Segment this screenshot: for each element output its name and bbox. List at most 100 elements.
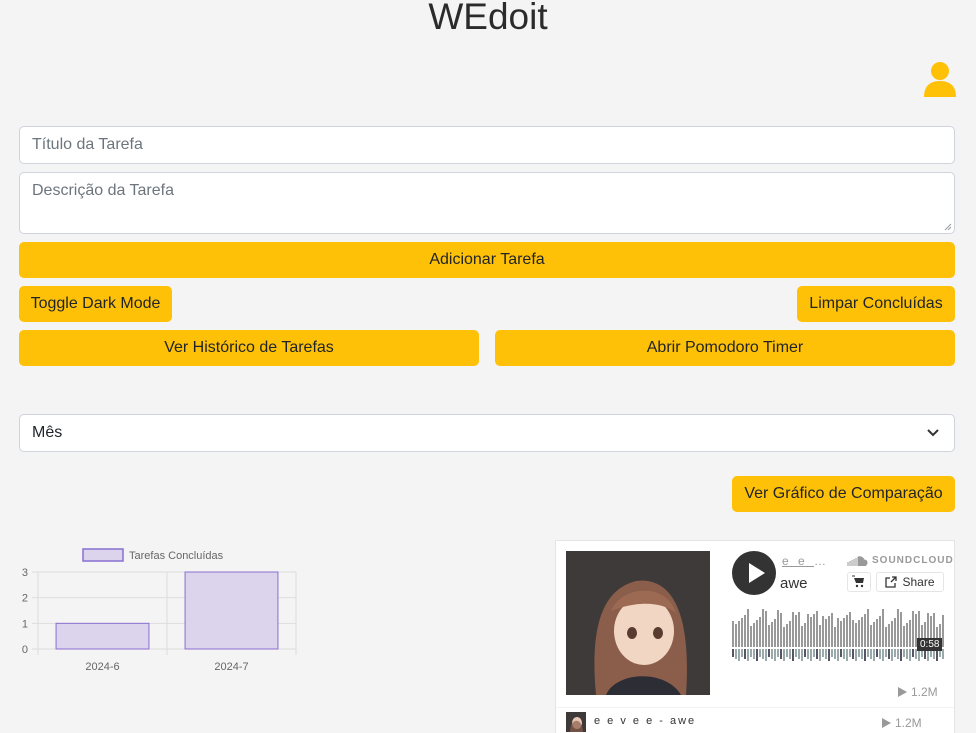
- track-artwork[interactable]: [566, 551, 710, 695]
- waveform-bar: [894, 618, 896, 647]
- waveform-comment-marker: [804, 649, 806, 657]
- waveform-comment-marker: [906, 649, 908, 659]
- waveform-bar: [843, 618, 845, 647]
- waveform-bar: [849, 612, 851, 647]
- waveform-bar: [780, 613, 782, 647]
- task-description-textarea[interactable]: Descrição da Tarefa: [19, 172, 955, 234]
- waveform-comment-marker: [852, 649, 854, 659]
- waveform-bar: [792, 612, 794, 647]
- waveform-comment-marker: [744, 649, 746, 659]
- waveform-comment-marker: [840, 649, 842, 657]
- waveform-bar: [876, 619, 878, 647]
- waveform-comment-marker: [882, 649, 884, 661]
- waveform-comment-marker: [822, 649, 824, 657]
- waveform-bar: [870, 625, 872, 647]
- track-title[interactable]: awe: [780, 575, 808, 592]
- waveform-comment-marker: [837, 649, 839, 661]
- waveform-comment-marker: [834, 649, 836, 659]
- play-button[interactable]: [732, 551, 776, 595]
- waveform-comment-marker: [756, 649, 758, 661]
- waveform-bar: [765, 611, 767, 647]
- waveform-comment-marker: [870, 649, 872, 659]
- waveform-comment-marker: [909, 649, 911, 661]
- waveform-bar: [888, 624, 890, 647]
- track-user-link[interactable]: e e v e e: [782, 554, 832, 568]
- waveform-comment-marker: [813, 649, 815, 657]
- play-icon: [749, 563, 765, 583]
- waveform-comment-marker: [864, 649, 866, 661]
- waveform-bar: [816, 611, 818, 647]
- user-icon[interactable]: [922, 60, 958, 98]
- soundcloud-cloud-icon: [847, 555, 868, 566]
- waveform-comment-marker: [861, 649, 863, 659]
- waveform-bar: [744, 615, 746, 647]
- waveform-bar: [756, 620, 758, 647]
- waveform-comment-marker: [876, 649, 878, 657]
- waveform-comment-marker: [801, 649, 803, 661]
- waveform-comment-marker: [792, 649, 794, 661]
- share-button[interactable]: Share: [876, 572, 944, 592]
- share-icon: [885, 576, 898, 588]
- waveform-bar: [747, 609, 749, 647]
- resize-grip-icon[interactable]: [944, 223, 952, 231]
- x-tick-label: 2024-7: [214, 661, 248, 673]
- waveform-comment-marker: [891, 649, 893, 661]
- waveform-bar: [768, 625, 770, 647]
- waveform-bar: [732, 621, 734, 647]
- waveform[interactable]: [732, 609, 946, 667]
- waveform-bar: [807, 614, 809, 647]
- chart-y-ticks: 0 1 2 3: [22, 567, 28, 656]
- waveform-comment-marker: [858, 649, 860, 657]
- add-task-button[interactable]: Adicionar Tarefa: [19, 242, 955, 278]
- y-tick-label: 0: [22, 644, 28, 656]
- waveform-comment-marker: [807, 649, 809, 659]
- waveform-comment-marker: [798, 649, 800, 659]
- play-count: 1.2M: [898, 685, 938, 699]
- waveform-bar: [828, 616, 830, 647]
- soundcloud-logo[interactable]: SOUNDCLOUD: [846, 555, 954, 566]
- waveform-bar: [882, 609, 884, 647]
- buy-button[interactable]: [847, 572, 871, 592]
- pomodoro-timer-button[interactable]: Abrir Pomodoro Timer: [495, 330, 955, 366]
- playlist-item[interactable]: e e v e e - awe 1.2M: [556, 707, 954, 733]
- task-history-button[interactable]: Ver Histórico de Tarefas: [19, 330, 479, 366]
- waveform-comment-marker: [759, 649, 761, 657]
- waveform-bar: [759, 617, 761, 647]
- clear-completed-button[interactable]: Limpar Concluídas: [797, 286, 955, 322]
- waveform-comment-marker: [771, 649, 773, 659]
- waveform-bar: [771, 622, 773, 647]
- waveform-comment-marker: [765, 649, 767, 661]
- comparison-chart-button[interactable]: Ver Gráfico de Comparação: [732, 476, 955, 512]
- x-tick-label: 2024-6: [85, 661, 119, 673]
- waveform-bar: [900, 612, 902, 647]
- task-title-input[interactable]: Título da Tarefa: [19, 126, 955, 164]
- waveform-comment-marker: [816, 649, 818, 659]
- playlist-thumbnail: [566, 712, 586, 732]
- waveform-comment-marker: [735, 649, 737, 659]
- chevron-down-icon: [927, 429, 939, 437]
- waveform-bar: [840, 621, 842, 647]
- waveform-bar: [891, 621, 893, 647]
- waveform-comment-marker: [738, 649, 740, 661]
- waveform-comment-marker: [879, 649, 881, 659]
- period-select[interactable]: Mês: [19, 414, 955, 452]
- waveform-comment-marker: [762, 649, 764, 659]
- toggle-dark-mode-button[interactable]: Toggle Dark Mode: [19, 286, 172, 322]
- y-tick-label: 2: [22, 593, 28, 605]
- waveform-comment-marker: [846, 649, 848, 661]
- soundcloud-widget: e e v e e awe SOUNDCLOUD Share 0:58 1.2M…: [555, 540, 955, 733]
- waveform-bar: [912, 611, 914, 647]
- waveform-comment-marker: [786, 649, 788, 657]
- waveform-bar: [810, 617, 812, 647]
- waveform-comment-marker: [795, 649, 797, 657]
- waveform-bar: [855, 623, 857, 647]
- waveform-bar: [873, 622, 875, 647]
- waveform-bar: [819, 625, 821, 647]
- waveform-comment-marker: [753, 649, 755, 659]
- waveform-comment-marker: [750, 649, 752, 657]
- waveform-bar: [735, 624, 737, 647]
- waveform-comment-marker: [867, 649, 869, 657]
- waveform-bar: [822, 616, 824, 647]
- waveform-comment-marker: [903, 649, 905, 657]
- waveform-bar: [858, 620, 860, 647]
